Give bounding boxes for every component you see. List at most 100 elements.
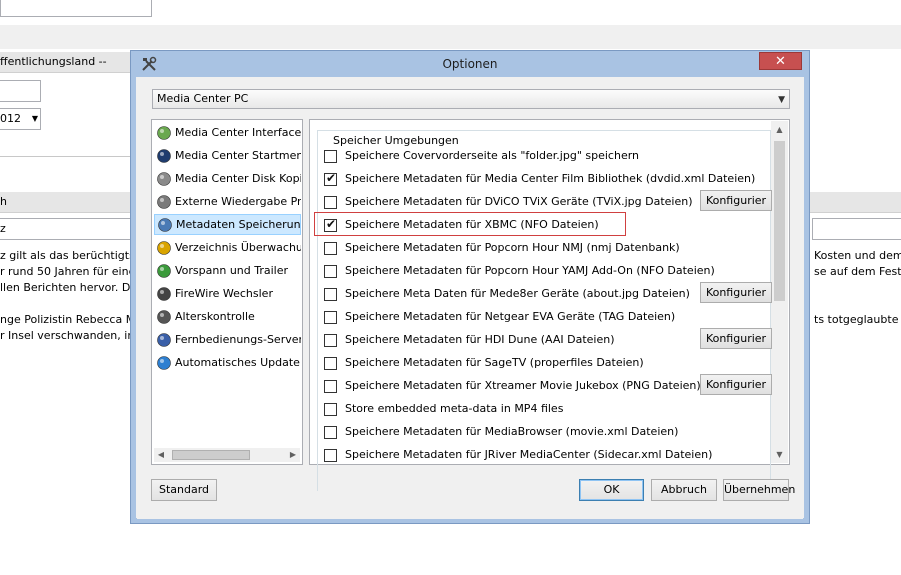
option-label[interactable]: Speichere Metadaten für JRiver MediaCent… [345,448,712,461]
option-label[interactable]: Speichere Metadaten für SageTV (properfi… [345,356,644,369]
description-line: se auf dem Festlar [814,265,901,278]
category-item[interactable]: Fernbedienungs-Server [154,329,301,350]
category-item[interactable]: FireWire Wechsler [154,283,301,304]
category-item[interactable]: Automatisches Update [154,352,301,373]
option-checkbox[interactable] [324,311,337,324]
option-label[interactable]: Speichere Metadaten für DViCO TViX Gerät… [345,195,693,208]
category-item[interactable]: Media Center Disk Kopie [154,168,301,189]
option-row: Speichere Metadaten für MediaBrowser (mo… [324,422,764,442]
media-center-logo-icon [156,125,172,141]
option-label[interactable]: Speichere Metadaten für Popcorn Hour YAM… [345,264,715,277]
description-line: r rund 50 Jahren für eine [0,265,130,278]
option-row: Speichere Covervorderseite als "folder.j… [324,146,764,166]
description-line: ts totgeglaubte Inse [814,313,901,326]
category-item[interactable]: Externe Wiedergabe Prog [154,191,301,212]
category-item[interactable]: Metadaten Speicherung [154,214,301,235]
option-checkbox[interactable] [324,288,337,301]
start-menu-icon [156,148,172,164]
profile-select-value: Media Center PC [157,92,249,105]
option-checkbox[interactable] [324,150,337,163]
background-divider [0,138,133,157]
close-icon: ✕ [775,54,786,69]
scroll-left-icon[interactable]: ◀ [154,448,168,462]
option-checkbox[interactable] [324,426,337,439]
option-label[interactable]: Speichere Metadaten für Popcorn Hour NMJ… [345,241,680,254]
category-item[interactable]: Alterskontrolle [154,306,301,327]
settings-panel: Speicher Umgebungen ▲ ▼ Speichere Coverv… [309,119,790,491]
standard-button[interactable]: Standard [151,479,217,501]
configure-button[interactable]: Konfigurier [700,190,772,211]
option-row: Speichere Metadaten für SageTV (properfi… [324,353,764,373]
scrollbar-thumb[interactable] [172,450,250,460]
description-line: r Insel verschwanden, in [0,329,130,342]
vertical-scrollbar[interactable]: ▲ ▼ [771,121,788,463]
disk-copy-icon [156,171,172,187]
background-value-field[interactable]: z [0,218,131,240]
firewire-icon [156,286,172,302]
scroll-up-icon[interactable]: ▲ [771,121,788,138]
option-label[interactable]: Speichere Metadaten für Netgear EVA Gerä… [345,310,675,323]
ok-button[interactable]: OK [579,479,644,501]
option-row: Speichere Meta Daten für Mede8er Geräte … [324,282,772,304]
profile-select[interactable]: Media Center PC ▼ [152,89,790,109]
background-year-select[interactable]: 012 ▼ [0,108,41,130]
category-label: Media Center Disk Kopie [175,172,301,185]
background-value-field-right[interactable] [812,218,901,240]
category-label: FireWire Wechsler [175,287,273,300]
background-field[interactable] [0,80,41,102]
configure-button[interactable]: Konfigurier [700,282,772,303]
option-checkbox[interactable] [324,334,337,347]
horizontal-scrollbar[interactable]: ◀ ▶ [154,448,300,462]
category-item[interactable]: Media Center Startmenü [154,145,301,166]
category-label: Fernbedienungs-Server [175,333,301,346]
option-checkbox[interactable] [324,449,337,462]
option-label[interactable]: Speichere Metadaten für Media Center Fil… [345,172,755,185]
dialog-client-area: Media Center PC ▼ Automatisches Update Fe… [137,77,803,519]
category-label: Verzeichnis Überwachung [175,241,301,254]
option-label[interactable]: Speichere Metadaten für HDI Dune (AAI Da… [345,333,615,346]
scroll-right-icon[interactable]: ▶ [286,448,300,462]
option-checkbox[interactable] [324,403,337,416]
option-label[interactable]: Store embedded meta-data in MP4 files [345,402,563,415]
external-player-icon [156,194,172,210]
option-label[interactable]: Speichere Metadaten für Xtreamer Movie J… [345,379,701,392]
background-description-left: z gilt als das berüchtigtst r rund 50 Ja… [0,248,130,344]
configure-button[interactable]: Konfigurier [700,374,772,395]
scrollbar-thumb[interactable] [774,141,785,301]
category-label: Media Center Interface [175,126,301,139]
category-label: Alterskontrolle [175,310,255,323]
scroll-down-icon[interactable]: ▼ [771,446,788,463]
option-label[interactable]: Speichere Metadaten für MediaBrowser (mo… [345,425,678,438]
dialog-titlebar[interactable]: Optionen ✕ [131,51,809,77]
dialog-title: Optionen [442,57,498,71]
options-dialog: Optionen ✕ Media Center PC ▼ Automatisch… [130,50,810,524]
background-input-box[interactable] [0,0,152,17]
background-description-right: Kosten und dem se auf dem Festlar ts tot… [814,248,901,328]
option-checkbox[interactable] [324,265,337,278]
cancel-button[interactable]: Abbruch [651,479,717,501]
close-button[interactable]: ✕ [759,52,802,70]
option-row: Speichere Metadaten für Netgear EVA Gerä… [324,307,764,327]
background-toolbar-strip [0,25,901,49]
chevron-down-icon: ▼ [778,95,785,105]
option-row: Speichere Metadaten für JRiver MediaCent… [324,445,764,465]
background-year-value: 012 [0,112,21,125]
update-icon [156,355,172,371]
category-label: Media Center Startmenü [175,149,301,162]
option-checkbox[interactable] [324,242,337,255]
option-checkbox[interactable] [324,380,337,393]
category-label: Metadaten Speicherung [176,218,301,231]
description-line: llen Berichten hervor. Doc [0,281,130,294]
option-checkbox[interactable] [324,171,337,186]
configure-button[interactable]: Konfigurier [700,328,772,349]
apply-button[interactable]: Übernehmen [723,479,795,501]
category-item[interactable]: Vorspann und Trailer [154,260,301,281]
parental-control-icon [156,309,172,325]
option-checkbox[interactable] [324,357,337,370]
category-label: Vorspann und Trailer [175,264,289,277]
option-checkbox[interactable] [324,196,337,209]
option-label[interactable]: Speichere Covervorderseite als "folder.j… [345,149,639,162]
category-item[interactable]: Media Center Interface [154,122,301,143]
category-item[interactable]: Verzeichnis Überwachung [154,237,301,258]
option-label[interactable]: Speichere Meta Daten für Mede8er Geräte … [345,287,690,300]
